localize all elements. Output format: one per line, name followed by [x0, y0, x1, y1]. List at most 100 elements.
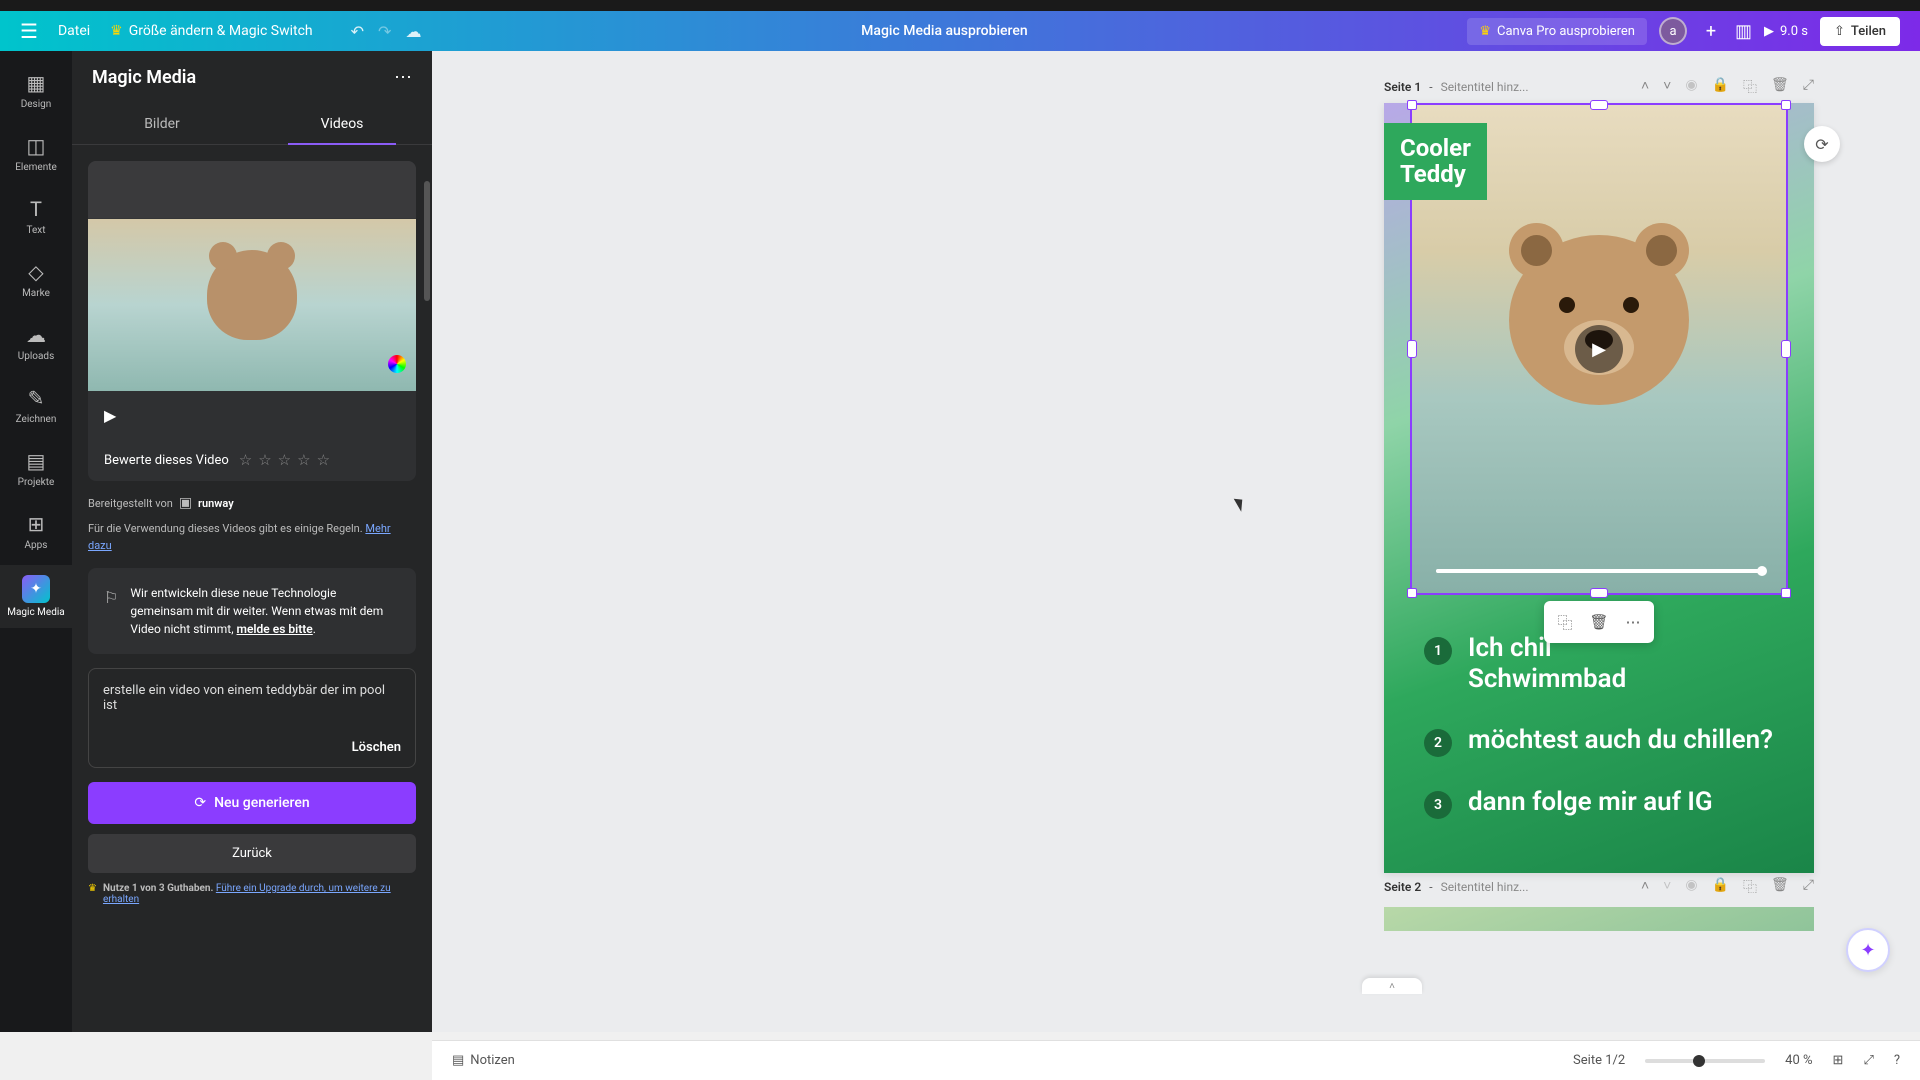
grid-view-icon[interactable]: ⊞: [1833, 1053, 1844, 1068]
assistant-fab-icon[interactable]: ✦: [1846, 928, 1890, 972]
page-title-input[interactable]: Seitentitel hinz...: [1441, 880, 1529, 894]
lock-page-icon[interactable]: 🔒: [1712, 877, 1729, 897]
delete-page-icon[interactable]: 🗑: [1771, 877, 1789, 897]
text-icon: T: [30, 197, 42, 221]
zoom-value[interactable]: 40 %: [1785, 1053, 1812, 1068]
crown-icon: [110, 23, 123, 39]
rate-label: Bewerte dieses Video: [104, 453, 229, 468]
duplicate-page-icon[interactable]: ⿻: [1743, 877, 1757, 897]
prompt-input[interactable]: erstelle ein video von einem teddybär de…: [88, 668, 416, 768]
list-item[interactable]: 3dann folge mir auf IG: [1424, 787, 1784, 819]
elements-icon: ◫: [27, 134, 46, 158]
duplicate-page-icon[interactable]: ⿻: [1743, 77, 1757, 97]
usage-rules-text: Für die Verwendung dieses Videos gibt es…: [88, 521, 416, 554]
cursor-icon: [1237, 496, 1251, 516]
file-menu[interactable]: Datei: [58, 23, 90, 39]
feedback-info-box: ⚐ Wir entwickeln diese neue Technologie …: [88, 568, 416, 654]
play-duration[interactable]: ▶ 9.0 s: [1764, 24, 1808, 39]
video-thumbnail[interactable]: [88, 161, 416, 391]
magic-media-icon: ✦: [22, 575, 50, 603]
page-2-header: Seite 2- Seitentitel hinz... ˄ ˅ ◉ 🔒 ⿻ 🗑…: [1384, 871, 1814, 903]
resize-handle[interactable]: [1781, 588, 1791, 598]
undo-icon[interactable]: ↶: [351, 22, 364, 41]
design-icon: ▦: [27, 71, 46, 95]
page-indicator[interactable]: Seite 1/2: [1573, 1053, 1625, 1068]
back-button[interactable]: Zurück: [88, 834, 416, 873]
resize-handle[interactable]: [1407, 588, 1417, 598]
draw-icon: ✎: [28, 386, 45, 410]
lock-page-icon[interactable]: 🔒: [1712, 77, 1729, 97]
resize-handle[interactable]: [1781, 340, 1791, 358]
duplicate-icon[interactable]: ⿻: [1550, 607, 1580, 637]
tab-videos[interactable]: Videos: [252, 104, 432, 144]
list-item[interactable]: 2möchtest auch du chillen?: [1424, 725, 1784, 757]
rail-design[interactable]: ▦Design: [0, 61, 72, 120]
delete-icon[interactable]: 🗑: [1584, 607, 1614, 637]
chevron-up-icon[interactable]: ˄: [1641, 77, 1649, 97]
visibility-icon[interactable]: ◉: [1685, 877, 1697, 897]
rail-uploads[interactable]: ☁Uploads: [0, 313, 72, 372]
user-avatar[interactable]: a: [1659, 17, 1687, 45]
floating-context-toolbar: ⿻ 🗑 ⋯: [1544, 601, 1654, 643]
resize-handle[interactable]: [1590, 588, 1608, 598]
resize-handle[interactable]: [1407, 340, 1417, 358]
credits-info: ♛ Nutze 1 von 3 Guthaben. Führe ein Upgr…: [88, 883, 416, 905]
play-icon[interactable]: ▶: [104, 406, 116, 425]
design-page-1[interactable]: ▶ Cooler Teddy 1Ich chilSch: [1384, 103, 1814, 873]
tab-images[interactable]: Bilder: [72, 104, 252, 144]
clear-prompt-button[interactable]: Löschen: [352, 740, 401, 755]
visibility-icon[interactable]: ◉: [1685, 77, 1697, 97]
rail-elements[interactable]: ◫Elemente: [0, 124, 72, 183]
menu-icon[interactable]: ☰: [20, 19, 38, 43]
chevron-down-icon[interactable]: ˅: [1663, 77, 1671, 97]
crown-icon: [1479, 24, 1491, 39]
fullscreen-icon[interactable]: ⤢: [1863, 1053, 1873, 1068]
analytics-icon[interactable]: ▥: [1735, 21, 1752, 42]
redo-icon[interactable]: ↷: [378, 22, 391, 41]
design-page-2[interactable]: [1384, 907, 1814, 931]
expand-page-icon[interactable]: ⤢: [1803, 77, 1814, 97]
panel-title: Magic Media: [92, 67, 196, 88]
rail-brand[interactable]: ◇Marke: [0, 250, 72, 309]
brand-icon: ◇: [28, 260, 43, 284]
panel-more-icon[interactable]: ⋯: [394, 67, 412, 88]
scrollbar[interactable]: [424, 181, 430, 301]
timeline-expand-icon[interactable]: ˄: [1362, 978, 1422, 994]
resize-handle[interactable]: [1781, 100, 1791, 110]
apps-icon: ⊞: [28, 512, 45, 536]
more-icon[interactable]: ⋯: [1618, 607, 1648, 637]
try-pro-button[interactable]: Canva Pro ausprobieren: [1467, 18, 1647, 45]
generate-button[interactable]: ⟳Neu generieren: [88, 782, 416, 824]
rail-draw[interactable]: ✎Zeichnen: [0, 376, 72, 435]
page-title-input[interactable]: Seitentitel hinz...: [1441, 80, 1529, 94]
chevron-down-icon[interactable]: ˅: [1663, 877, 1671, 897]
canvas-area[interactable]: Video bearbeiten ✂4.0s Wiedergabe Zuschn…: [432, 51, 1920, 1032]
resize-menu[interactable]: Größe ändern & Magic Switch: [110, 23, 312, 39]
rail-text[interactable]: TText: [0, 187, 72, 246]
delete-page-icon[interactable]: 🗑: [1771, 77, 1789, 97]
regenerate-badge-icon[interactable]: ⟳: [1804, 126, 1840, 162]
resize-handle[interactable]: [1590, 100, 1608, 110]
rail-projects[interactable]: ▤Projekte: [0, 439, 72, 498]
zoom-slider[interactable]: [1645, 1059, 1765, 1063]
cloud-sync-icon[interactable]: ☁: [405, 22, 421, 41]
rating-stars[interactable]: ☆☆☆☆☆: [239, 451, 330, 469]
page-1-header: Seite 1- Seitentitel hinz... ˄ ˅ ◉ 🔒 ⿻ 🗑…: [1384, 71, 1814, 103]
share-button[interactable]: ⇧ Teilen: [1820, 17, 1900, 46]
app-header: ☰ Datei Größe ändern & Magic Switch ↶ ↷ …: [0, 11, 1920, 51]
design-title-text[interactable]: Cooler Teddy: [1384, 123, 1487, 200]
notes-button[interactable]: ▤ Notizen: [452, 1053, 515, 1068]
rail-apps[interactable]: ⊞Apps: [0, 502, 72, 561]
add-member-icon[interactable]: +: [1699, 19, 1723, 43]
report-link[interactable]: melde es bitte: [237, 622, 313, 636]
help-icon[interactable]: ?: [1894, 1053, 1900, 1068]
projects-icon: ▤: [27, 449, 46, 473]
color-wheel-icon: [388, 355, 406, 373]
chevron-up-icon[interactable]: ˄: [1641, 877, 1649, 897]
flag-icon: ⚐: [104, 586, 118, 638]
rail-magic-media[interactable]: ✦Magic Media: [0, 565, 72, 628]
document-title[interactable]: Magic Media ausprobieren: [861, 23, 1027, 39]
expand-page-icon[interactable]: ⤢: [1803, 877, 1814, 897]
generated-video-card: ▶ Bewerte dieses Video ☆☆☆☆☆: [88, 161, 416, 481]
resize-handle[interactable]: [1407, 100, 1417, 110]
